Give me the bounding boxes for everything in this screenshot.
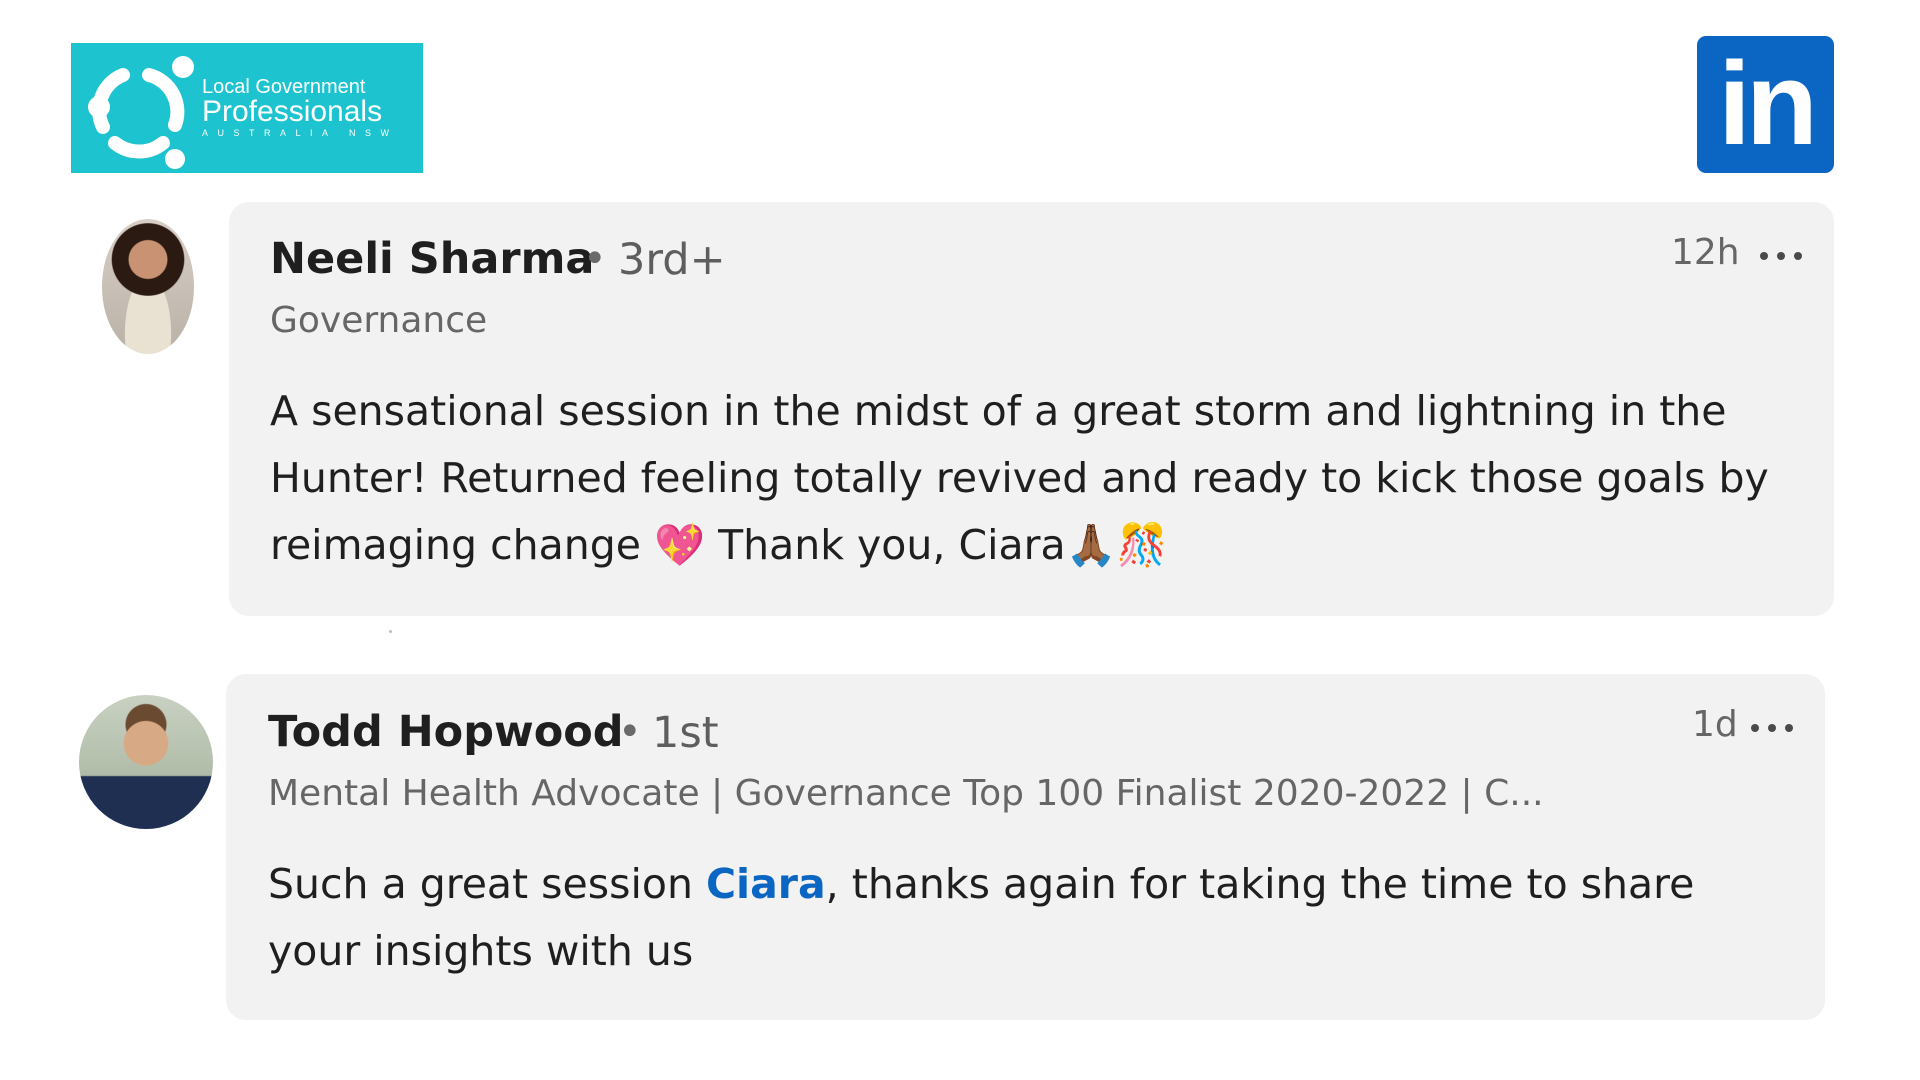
connection-degree: 1st [652, 708, 719, 758]
author-headline: Governance [270, 300, 488, 341]
author-name[interactable]: Todd Hopwood [268, 707, 624, 757]
org-name: Local Government Professionals AUSTRALIA… [202, 76, 399, 139]
people-circle-icon [88, 56, 194, 169]
avatar[interactable] [79, 695, 213, 829]
comment-text: A sensational session in the midst of a … [270, 378, 1770, 579]
more-options-icon[interactable] [1751, 719, 1801, 735]
mention-link[interactable]: Ciara [706, 860, 826, 908]
org-name-line3: AUSTRALIA NSW [202, 128, 399, 138]
sparkling-heart-icon: 💖 [654, 521, 706, 569]
org-name-line2: Professionals [202, 95, 383, 128]
separator-dot: • [618, 709, 642, 755]
more-options-icon[interactable] [1760, 247, 1810, 263]
author-name[interactable]: Neeli Sharma [270, 234, 594, 284]
avatar[interactable] [102, 219, 194, 354]
comment-text-thanks: Thank you, Ciara [705, 521, 1066, 569]
separator-dot: • [583, 236, 607, 282]
comment-bubble: Todd Hopwood • 1st Mental Health Advocat… [226, 674, 1825, 1020]
divider-dot [389, 630, 392, 633]
comment-timestamp: 12h [1671, 232, 1740, 273]
folded-hands-icon: 🙏🏾 [1065, 521, 1117, 569]
linkedin-logo-icon: in [1697, 36, 1834, 173]
lgpa-nsw-logo: Local Government Professionals AUSTRALIA… [71, 43, 423, 173]
comment-text: Such a great session Ciara, thanks again… [268, 851, 1768, 985]
author-headline: Mental Health Advocate | Governance Top … [268, 773, 1544, 814]
comment-bubble: Neeli Sharma • 3rd+ Governance 12h A sen… [229, 202, 1834, 616]
comment-timestamp: 1d [1692, 704, 1738, 745]
confetti-ball-icon: 🎊 [1116, 521, 1168, 569]
connection-degree: 3rd+ [618, 235, 726, 285]
comment-text-start: Such a great session [268, 860, 706, 908]
